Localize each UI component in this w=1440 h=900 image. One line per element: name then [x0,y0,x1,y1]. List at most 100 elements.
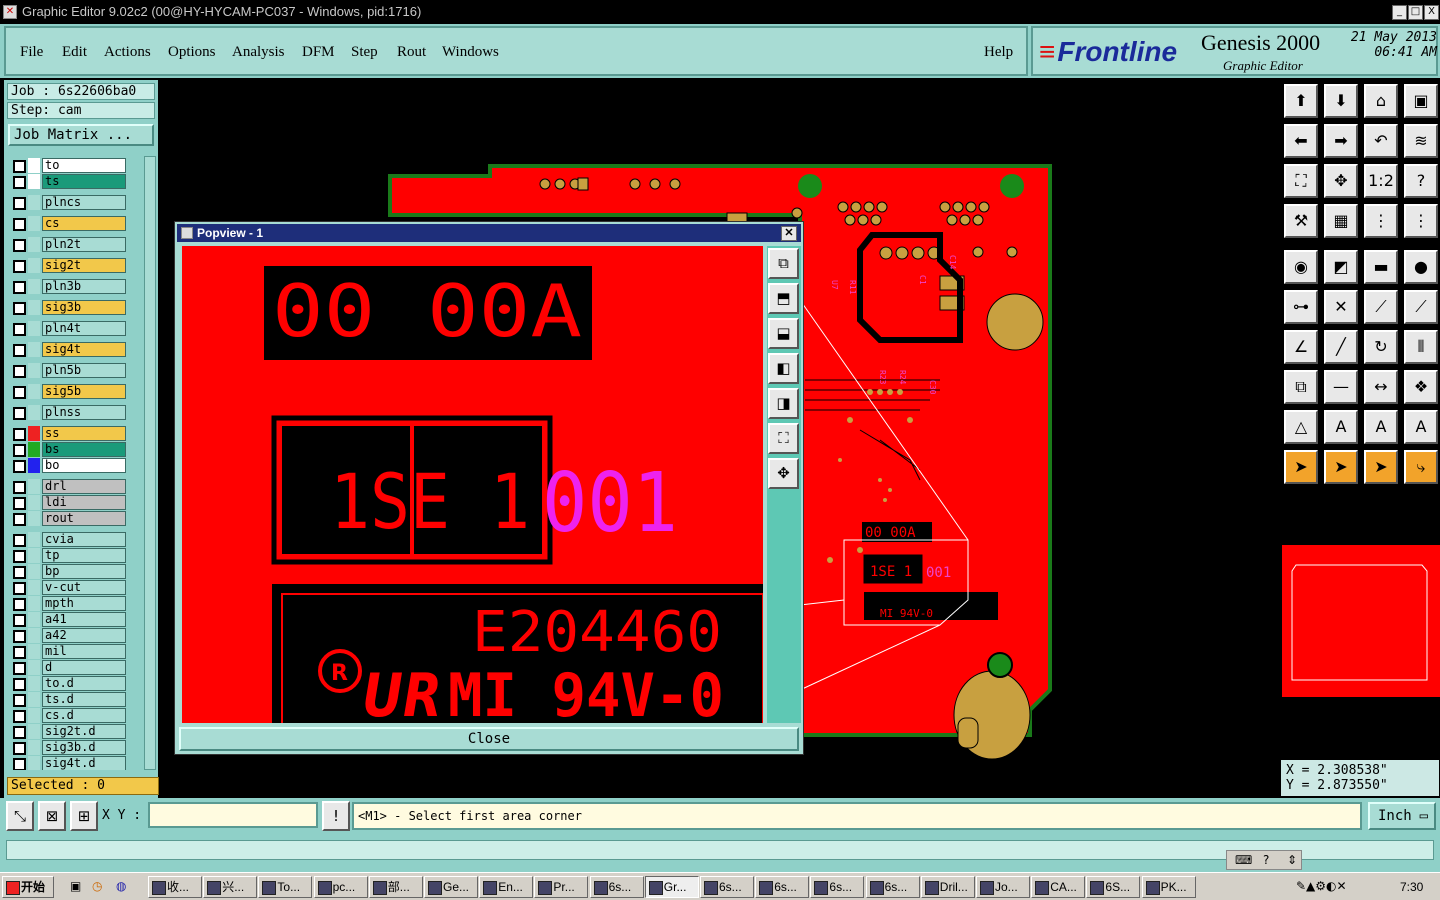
slash-icon[interactable]: ╱ [1324,330,1358,364]
select-route-icon[interactable]: ⤷ [1404,450,1438,484]
arc-icon[interactable]: ↻ [1364,330,1398,364]
layer-name[interactable]: bs [42,442,126,457]
layer-checkbox[interactable] [13,678,26,691]
layer-checkbox[interactable] [13,260,26,273]
window-icon[interactable]: ▣ [1404,84,1438,118]
layer-color-swatch[interactable] [28,279,40,294]
mirror-icon[interactable]: ⫴ [1404,330,1438,364]
pad-icon[interactable]: ◉ [1284,250,1318,284]
layer-color-swatch[interactable] [28,564,40,579]
layer-checkbox[interactable] [13,694,26,707]
align-icon[interactable]: ⧉ [1284,370,1318,404]
layer-row-mil[interactable]: mil [8,644,132,659]
layer-row-sig4t-d[interactable]: sig4t.d [8,756,132,770]
layer-color-swatch[interactable] [28,756,40,770]
cross-icon[interactable]: ✕ [1324,290,1358,324]
layer-checkbox[interactable] [13,481,26,494]
layer-row-pln2t[interactable]: pln2t [8,237,132,252]
layer-name[interactable]: pln2t [42,237,126,252]
keyboard-icon[interactable]: ⌨ [1235,851,1252,869]
layer-checkbox[interactable] [13,614,26,627]
layer-name[interactable]: cs.d [42,708,126,723]
layer-color-swatch[interactable] [28,660,40,675]
layer-checkbox[interactable] [13,176,26,189]
triangle-a-icon[interactable]: A [1324,410,1358,444]
layer-color-swatch[interactable] [28,384,40,399]
layer-color-swatch[interactable] [28,300,40,315]
layer-row-sig4t[interactable]: sig4t [8,342,132,357]
zoom-area-icon[interactable]: ⤡ [6,801,34,831]
taskbar-item[interactable]: 6S... [1086,876,1141,898]
menu-step[interactable]: Step [351,44,378,61]
layer-checkbox[interactable] [13,197,26,210]
layer-checkbox[interactable] [13,662,26,675]
overview-map[interactable] [1282,545,1440,697]
layer-checkbox[interactable] [13,460,26,473]
taskbar-item[interactable]: 兴... [203,876,258,898]
snap-red-icon[interactable]: ⋮ [1404,204,1438,238]
angle-icon[interactable]: ∠ [1284,330,1318,364]
layer-scrollbar[interactable] [144,156,156,770]
menu-actions[interactable]: Actions [104,44,151,61]
xy-input[interactable] [148,802,318,828]
layer-row-sig2t-d[interactable]: sig2t.d [8,724,132,739]
layer-name[interactable]: pln3b [42,279,126,294]
layer-row-tp[interactable]: tp [8,548,132,563]
layer-name[interactable]: bo [42,458,126,473]
popview-pan-down-icon[interactable]: ⬓ [768,318,799,349]
layer-color-swatch[interactable] [28,363,40,378]
layer-name[interactable]: sig3b [42,300,126,315]
layer-color-swatch[interactable] [28,692,40,707]
layer-row-sig3b-d[interactable]: sig3b.d [8,740,132,755]
layer-name[interactable]: a41 [42,612,126,627]
layer-name[interactable]: ts.d [42,692,126,707]
ime-toolbar[interactable]: ⌨ ? ⇕ [1226,850,1302,870]
layer-checkbox[interactable] [13,582,26,595]
layer-name[interactable]: tp [42,548,126,563]
layer-row-cs[interactable]: cs [8,216,132,231]
layer-checkbox[interactable] [13,630,26,643]
layer-row-pln3b[interactable]: pln3b [8,279,132,294]
layer-checkbox[interactable] [13,428,26,441]
menu-windows[interactable]: Windows [442,44,499,61]
layer-checkbox[interactable] [13,160,26,173]
layer-checkbox[interactable] [13,444,26,457]
layer-row-rout[interactable]: rout [8,511,132,526]
select-cursor-icon[interactable]: ➤ [1284,450,1318,484]
popview-close-button[interactable]: Close [179,727,799,751]
quicklaunch-clock-icon[interactable]: ◷ [92,879,102,893]
taskbar-item[interactable]: 6s... [865,876,920,898]
redraw-icon[interactable]: ≋ [1404,124,1438,158]
job-matrix-button[interactable]: Job Matrix ... [8,124,154,146]
layer-color-swatch[interactable] [28,458,40,473]
layer-row-a41[interactable]: a41 [8,612,132,627]
taskbar-item[interactable]: To... [258,876,313,898]
layer-checkbox[interactable] [13,598,26,611]
layer-color-swatch[interactable] [28,548,40,563]
layer-row-ss[interactable]: ss [8,426,132,441]
layer-row-ts-d[interactable]: ts.d [8,692,132,707]
layer-color-swatch[interactable] [28,158,40,173]
info-icon[interactable]: ! [322,801,350,831]
select-poly-icon[interactable]: ➤ [1364,450,1398,484]
taskbar-item[interactable]: Ge... [424,876,478,898]
taskbar-item[interactable]: pc... [313,876,368,898]
layer-row-to-d[interactable]: to.d [8,676,132,691]
popview-pan-left-icon[interactable]: ◧ [768,353,799,384]
layer-checkbox[interactable] [13,323,26,336]
layer-name[interactable]: sig3b.d [42,740,126,755]
layer-checkbox[interactable] [13,566,26,579]
taskbar-item[interactable]: Gr... [644,876,699,898]
layer-checkbox[interactable] [13,218,26,231]
layer-name[interactable]: sig4t [42,342,126,357]
pan-right-icon[interactable]: ➡ [1324,124,1358,158]
popview-pan-right-icon[interactable]: ◨ [768,388,799,419]
layer-color-swatch[interactable] [28,644,40,659]
layer-row-drl[interactable]: drl [8,479,132,494]
menu-options[interactable]: Options [168,44,216,61]
layer-row-bo[interactable]: bo [8,458,132,473]
measure-icon[interactable]: ↔ [1364,370,1398,404]
layer-row-sig3b[interactable]: sig3b [8,300,132,315]
scale-1-2-icon[interactable]: 1:2 [1364,164,1398,198]
polarity-icon[interactable]: ◩ [1324,250,1358,284]
